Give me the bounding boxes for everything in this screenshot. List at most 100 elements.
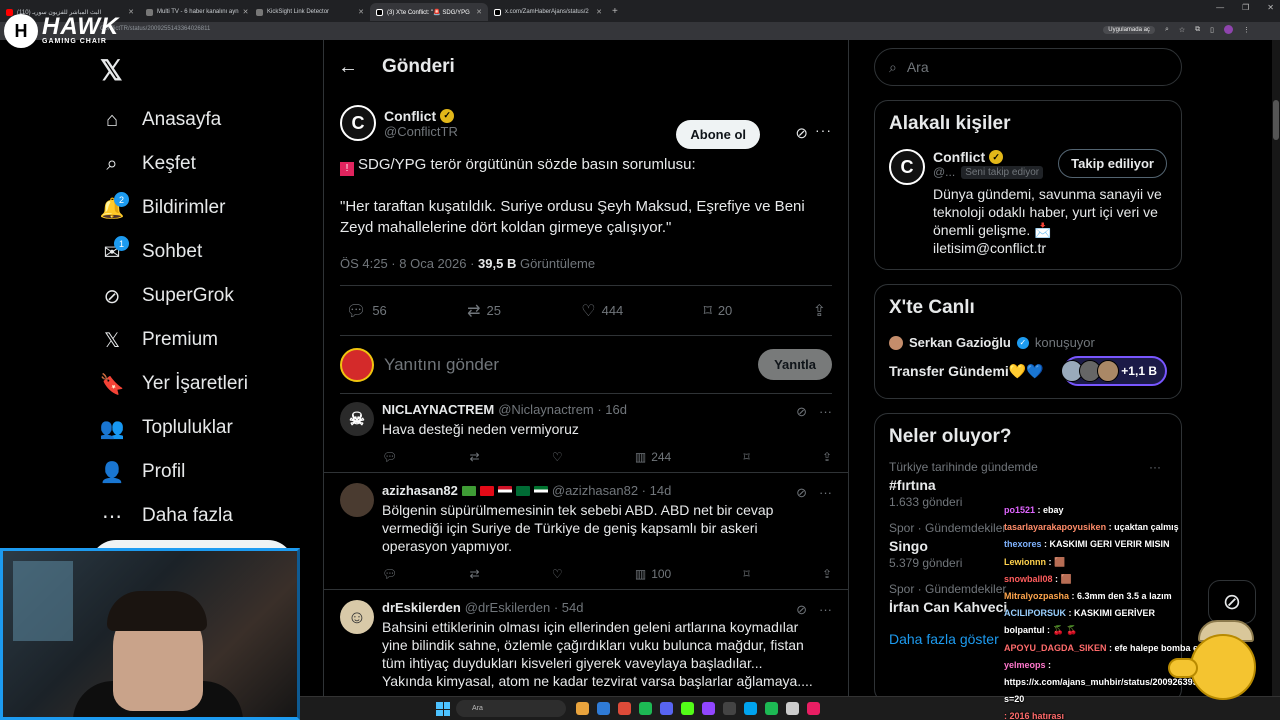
- list-item[interactable]: ☺ drEskilerden @drEskilerden · 54d Bahsin…: [324, 590, 848, 698]
- chrome-icon[interactable]: [618, 702, 631, 715]
- bookmark-icon[interactable]: ⌑: [744, 450, 750, 464]
- chat-username[interactable]: APOYU_DAGDA_SIKEN: [1004, 643, 1107, 653]
- scrollbar-thumb[interactable]: [1273, 100, 1279, 140]
- reply-handle[interactable]: @azizhasan82 · 14d: [552, 483, 671, 498]
- chat-username[interactable]: ACILIPORSUK: [1004, 608, 1066, 618]
- chat-username[interactable]: Lewionnn: [1004, 557, 1046, 567]
- chat-username[interactable]: thexores: [1004, 539, 1042, 549]
- bookmark-icon[interactable]: ⌑: [744, 567, 750, 581]
- avatar[interactable]: C: [340, 105, 376, 141]
- repost-action[interactable]: ⇄ 25: [467, 301, 501, 321]
- sidebar-item-sohbet[interactable]: ✉ 1 Sohbet: [100, 230, 248, 274]
- app-icon[interactable]: [723, 702, 736, 715]
- x-logo-icon[interactable]: 𝕏: [100, 54, 123, 87]
- reply-author[interactable]: drEskilerden: [382, 600, 461, 615]
- reply-input[interactable]: Yanıtını gönder: [384, 355, 758, 375]
- more-options-icon[interactable]: ···: [819, 485, 832, 501]
- sidebar-item-ke-fet[interactable]: ⌕ Keşfet: [100, 142, 248, 186]
- reply-button[interactable]: Yanıtla: [758, 349, 832, 380]
- reply-handle[interactable]: @drEskilerden · 54d: [465, 600, 584, 615]
- new-tab-icon[interactable]: +: [612, 6, 618, 17]
- reply-action[interactable]: 💬︎ 56: [346, 301, 387, 321]
- sidebar-icon[interactable]: ▯: [1210, 26, 1214, 34]
- more-options-icon[interactable]: ···: [819, 602, 832, 618]
- grok-icon[interactable]: ⊘: [795, 124, 808, 142]
- reply-icon[interactable]: 💬︎: [382, 567, 397, 581]
- avatar[interactable]: [340, 483, 374, 517]
- sidebar-item-topluluklar[interactable]: 👥 Topluluklar: [100, 406, 248, 450]
- subscribe-button[interactable]: Abone ol: [676, 120, 760, 149]
- spotify-icon[interactable]: [765, 702, 778, 715]
- views-action[interactable]: ▥ 244: [635, 450, 671, 464]
- sidebar-item-profil[interactable]: 👤 Profil: [100, 450, 248, 494]
- close-icon[interactable]: ✕: [476, 8, 482, 16]
- close-icon[interactable]: ✕: [128, 8, 134, 16]
- more-options-icon[interactable]: ···: [819, 404, 832, 420]
- app-icon[interactable]: [744, 702, 757, 715]
- sidebar-item-bildirimler[interactable]: 🔔 2 Bildirimler: [100, 186, 248, 230]
- kick-icon[interactable]: [681, 702, 694, 715]
- heart-icon[interactable]: ♡: [552, 450, 563, 464]
- close-icon[interactable]: ✕: [243, 8, 249, 16]
- browser-tab[interactable]: x.com/ZamHaberAjans/status/2 ✕: [488, 3, 608, 21]
- sidebar-item-premium[interactable]: 𝕏 Premium: [100, 318, 248, 362]
- sidebar-item-yer-i-aretleri[interactable]: 🔖 Yer İşaretleri: [100, 362, 248, 406]
- search-input[interactable]: ⌕ Ara: [874, 48, 1182, 86]
- browser-tab[interactable]: KickSight Link Detector ✕: [250, 3, 370, 21]
- list-item[interactable]: azizhasan82 @azizhasan82 · 14d Bölgenin …: [324, 473, 848, 590]
- file-explorer-icon[interactable]: [576, 702, 589, 715]
- related-person[interactable]: C Conflict ✓ @... Seni takip ediyor Dünya …: [889, 149, 1167, 257]
- sidebar-item-daha-fazla[interactable]: ⋯ Daha fazla: [100, 494, 248, 538]
- listeners-pill[interactable]: +1,1 B: [1061, 356, 1167, 386]
- like-action[interactable]: ♡ 444: [581, 301, 623, 321]
- open-in-app-button[interactable]: Uygulamada aç: [1103, 25, 1155, 34]
- extensions-icon[interactable]: ⧉: [1195, 26, 1200, 34]
- person-name[interactable]: Conflict: [933, 149, 985, 165]
- reply-handle[interactable]: @Niclaynactrem · 16d: [498, 402, 627, 417]
- heart-icon[interactable]: ♡: [552, 567, 563, 581]
- star-icon[interactable]: ☆: [1179, 26, 1185, 34]
- share-icon[interactable]: ⇪: [822, 567, 832, 581]
- profile-avatar[interactable]: [1224, 25, 1233, 34]
- close-icon[interactable]: ✕: [596, 8, 602, 16]
- tweet-timestamp[interactable]: ÖS 4:25 · 8 Oca 2026 ·: [340, 256, 478, 271]
- avatar[interactable]: ☠: [340, 402, 374, 436]
- browser-tab[interactable]: Multi TV - 6 haber kanalını ayn ✕: [140, 3, 250, 21]
- reply-author[interactable]: NICLAYNACTREM: [382, 402, 494, 417]
- avatar[interactable]: ☺: [340, 600, 374, 634]
- twitch-icon[interactable]: [702, 702, 715, 715]
- browser-tab-active[interactable]: (3) X'te Conflict: "🚨 SDG/YPG ✕: [370, 3, 488, 21]
- live-host[interactable]: Serkan Gazioğlu ✓ konuşuyor: [889, 335, 1167, 350]
- close-icon[interactable]: ✕: [358, 8, 364, 16]
- zoom-icon[interactable]: ⌕: [1165, 26, 1169, 34]
- spotify-icon[interactable]: [639, 702, 652, 715]
- back-arrow-icon[interactable]: ←: [338, 56, 358, 79]
- more-options-icon[interactable]: ···: [815, 122, 832, 138]
- sidebar-item-anasayfa[interactable]: ⌂ Anasayfa: [100, 98, 248, 142]
- close-window-icon[interactable]: ✕: [1267, 3, 1274, 12]
- discord-icon[interactable]: [660, 702, 673, 715]
- grok-icon[interactable]: ⊘: [796, 602, 807, 618]
- sidebar-item-supergrok[interactable]: ⊘ SuperGrok: [100, 274, 248, 318]
- share-icon[interactable]: ⇪: [822, 450, 832, 464]
- author-handle[interactable]: @ConflictTR: [384, 124, 458, 139]
- repost-icon[interactable]: ⇄: [470, 450, 480, 464]
- list-item[interactable]: ☠ NICLAYNACTREM @Niclaynactrem · 16d Hava…: [324, 392, 848, 473]
- chat-username[interactable]: snowball08: [1004, 574, 1053, 584]
- author-name[interactable]: Conflict: [384, 108, 436, 124]
- reply-author[interactable]: azizhasan82: [382, 483, 458, 498]
- edge-icon[interactable]: [597, 702, 610, 715]
- views-action[interactable]: ▥ 100: [635, 567, 671, 581]
- repost-icon[interactable]: ⇄: [470, 567, 480, 581]
- more-options-icon[interactable]: ···: [1149, 460, 1161, 474]
- grok-icon[interactable]: ⊘: [796, 485, 807, 501]
- chat-username[interactable]: yelmeops: [1004, 660, 1046, 670]
- chat-username[interactable]: po1521: [1004, 505, 1035, 515]
- grok-icon[interactable]: ⊘: [796, 404, 807, 420]
- taskbar-search[interactable]: Ara: [456, 700, 566, 717]
- app-icon[interactable]: [807, 702, 820, 715]
- following-button[interactable]: Takip ediliyor: [1058, 149, 1167, 178]
- chat-username[interactable]: Mitralyozpasha: [1004, 591, 1069, 601]
- avatar[interactable]: [340, 347, 374, 382]
- avatar[interactable]: C: [889, 149, 925, 185]
